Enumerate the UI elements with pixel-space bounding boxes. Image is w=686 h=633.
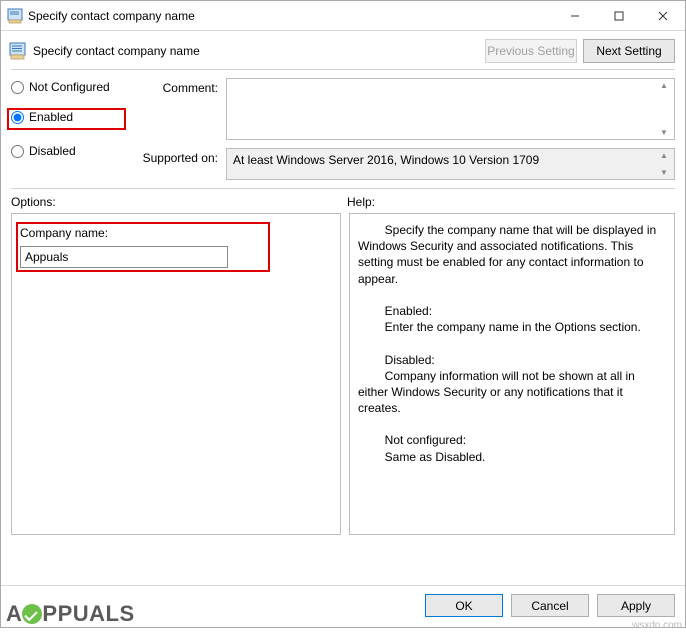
- panels-row: Company name: Specify the company name t…: [1, 213, 685, 585]
- state-section: Not Configured Enabled Disabled Comment:…: [1, 70, 685, 188]
- policy-setting-icon: [7, 8, 23, 24]
- policy-editor-window: Specify contact company name Specify c: [0, 0, 686, 628]
- ok-button[interactable]: OK: [425, 594, 503, 617]
- brand-pre: A: [6, 601, 22, 626]
- radio-disabled[interactable]: Disabled: [11, 144, 126, 158]
- options-panel: Company name:: [11, 213, 341, 535]
- options-label: Options:: [11, 195, 347, 209]
- radio-disabled-input[interactable]: [11, 145, 24, 158]
- close-button[interactable]: [641, 1, 685, 30]
- maximize-button[interactable]: [597, 1, 641, 30]
- cancel-button[interactable]: Cancel: [511, 594, 589, 617]
- brand-watermark: A PPUALS: [6, 601, 135, 627]
- company-name-input[interactable]: [20, 246, 228, 268]
- help-text: Specify the company name that will be di…: [358, 222, 666, 465]
- radio-not-configured-label: Not Configured: [29, 80, 110, 94]
- apply-button[interactable]: Apply: [597, 594, 675, 617]
- brand-post: PPUALS: [42, 601, 134, 626]
- meta-column: Comment: ▲▼ Supported on: At least Windo…: [136, 78, 675, 180]
- window-title: Specify contact company name: [28, 9, 553, 23]
- company-name-label: Company name:: [20, 226, 228, 240]
- state-radio-group: Not Configured Enabled Disabled: [11, 78, 126, 180]
- help-label: Help:: [347, 195, 675, 209]
- radio-enabled[interactable]: Enabled: [11, 110, 118, 124]
- document-icon: [9, 42, 27, 60]
- radio-enabled-input[interactable]: [11, 111, 24, 124]
- radio-not-configured-input[interactable]: [11, 81, 24, 94]
- radio-disabled-label: Disabled: [29, 144, 76, 158]
- header-row: Specify contact company name Previous Se…: [1, 31, 685, 69]
- window-controls: [553, 1, 685, 30]
- supported-row: Supported on: At least Windows Server 20…: [136, 148, 675, 180]
- supported-on-box: At least Windows Server 2016, Windows 10…: [226, 148, 675, 180]
- titlebar: Specify contact company name: [1, 1, 685, 31]
- comment-scroll-icon: ▲▼: [656, 81, 672, 137]
- supported-label: Supported on:: [136, 148, 218, 165]
- help-panel: Specify the company name that will be di…: [349, 213, 675, 535]
- check-circle-icon: [22, 604, 42, 624]
- radio-enabled-label: Enabled: [29, 110, 73, 124]
- source-mark: wsxdn.com: [632, 620, 682, 631]
- next-setting-button[interactable]: Next Setting: [583, 39, 675, 63]
- comment-textarea[interactable]: ▲▼: [226, 78, 675, 140]
- panel-labels: Options: Help:: [1, 189, 685, 213]
- previous-setting-button[interactable]: Previous Setting: [485, 39, 577, 63]
- highlight-company-box: Company name:: [16, 222, 270, 272]
- supported-scroll-icon: ▲▼: [656, 151, 672, 177]
- highlight-enabled-box: Enabled: [7, 108, 126, 130]
- comment-label: Comment:: [136, 78, 218, 95]
- radio-not-configured[interactable]: Not Configured: [11, 80, 126, 94]
- supported-value: At least Windows Server 2016, Windows 10…: [233, 153, 539, 167]
- policy-title: Specify contact company name: [33, 44, 479, 58]
- comment-row: Comment: ▲▼: [136, 78, 675, 140]
- minimize-button[interactable]: [553, 1, 597, 30]
